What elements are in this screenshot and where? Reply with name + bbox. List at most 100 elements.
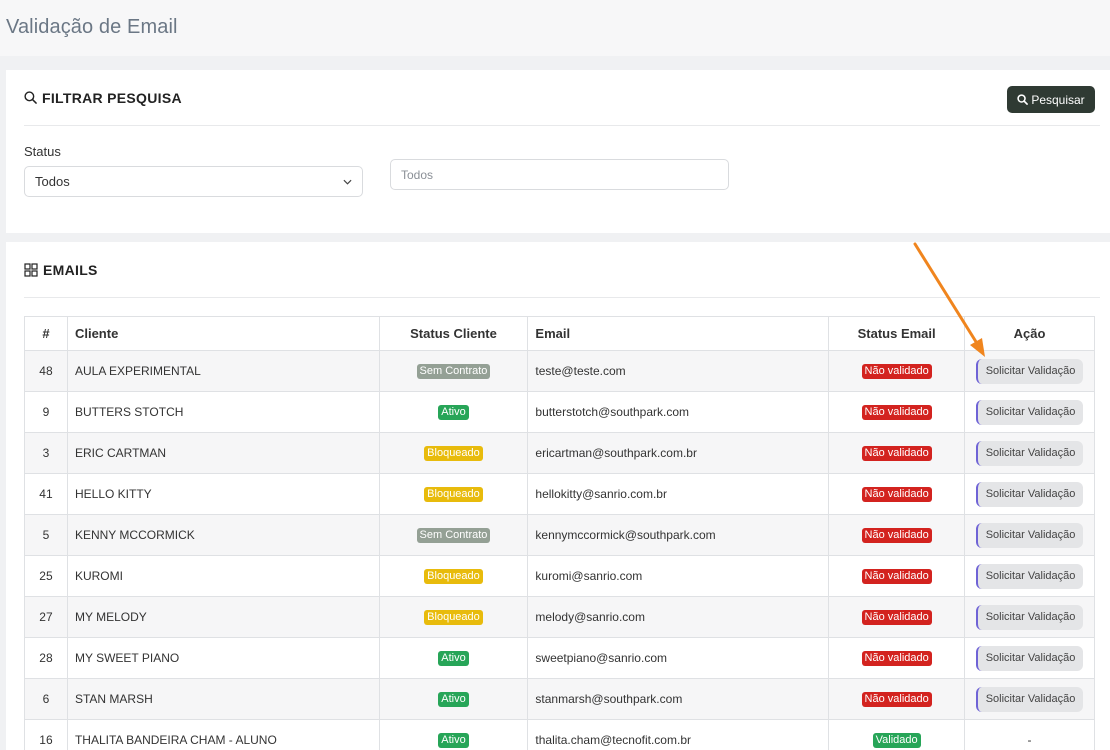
action-cell: Solicitar Validação [964,637,1095,679]
column-header: Ação [964,316,1095,351]
client-status-cell: Ativo [378,719,529,750]
search-button-label: Pesquisar [1031,92,1085,107]
row-client: MY MELODY [66,596,380,638]
grid-icon [24,262,38,277]
row-client: ERIC CARTMAN [66,432,380,474]
search-icon [24,91,37,104]
row-email: teste@teste.com [527,350,830,392]
client-status-badge: Sem Contrato [416,364,491,379]
client-status-badge: Ativo [438,692,469,707]
row-client: KUROMI [66,555,380,597]
request-validation-button[interactable]: Solicitar Validação [975,604,1084,630]
column-header: Email [527,316,830,351]
email-status-badge: Não validado [861,692,932,707]
client-status-cell: Sem Contrato [378,514,529,556]
row-client: KENNY MCCORMICK [66,514,380,556]
request-validation-button[interactable]: Solicitar Validação [975,686,1084,712]
filter-title: FILTRAR PESQUISA [42,89,182,106]
table-row: 28 MY SWEET PIANO Ativo sweetpiano@sanrio.c… [24,637,1095,679]
action-cell: Solicitar Validação [964,678,1095,720]
row-client: STAN MARSH [66,678,380,720]
email-status-cell: Não validado [828,350,966,392]
table-row: 48 AULA EXPERIMENTAL Sem Contrato teste@tes… [24,350,1095,392]
action-empty: - [1027,733,1032,747]
status-label: Status [24,144,61,159]
table-row: 9 BUTTERS STOTCH Ativo butterstotch@southpa… [24,391,1095,433]
client-status-badge: Ativo [438,651,469,666]
action-cell: Solicitar Validação [964,514,1095,556]
action-cell: Solicitar Validação [964,473,1095,515]
email-status-badge: Não validado [861,446,932,461]
email-status-badge: Não validado [861,569,932,584]
filter-card-header: FILTRAR PESQUISA [24,70,1100,126]
column-header: # [24,316,68,351]
row-client: THALITA BANDEIRA CHAM - ALUNO [66,719,380,750]
request-validation-button[interactable]: Solicitar Validação [975,563,1084,589]
row-email: kennymccormick@southpark.com [527,514,830,556]
table-row: 6 STAN MARSH Ativo stanmarsh@southpark.com N… [24,678,1095,720]
client-status-cell: Bloqueado [378,596,529,638]
email-status-cell: Não validado [828,555,966,597]
request-validation-button[interactable]: Solicitar Validação [975,481,1084,507]
table-row: 5 KENNY MCCORMICK Sem Contrato kennymccormi… [24,514,1095,556]
row-email: thalita.cham@tecnofit.com.br [527,719,830,750]
email-status-badge: Não validado [861,651,932,666]
client-status-cell: Bloqueado [378,473,529,515]
request-validation-button[interactable]: Solicitar Validação [975,645,1084,671]
action-cell: Solicitar Validação [964,391,1095,433]
row-id: 48 [24,350,68,392]
email-status-cell: Não validado [828,678,966,720]
client-status-badge: Bloqueado [424,487,483,502]
email-status-cell: Não validado [828,596,966,638]
table-row: 3 ERIC CARTMAN Bloqueado ericartman@southpa… [24,432,1095,474]
row-id: 16 [24,719,68,750]
emails-table: # Cliente Status Cliente Email Status Em… [24,316,1095,750]
request-validation-button[interactable]: Solicitar Validação [975,522,1084,548]
email-status-cell: Não validado [828,514,966,556]
action-cell: Solicitar Validação [964,432,1095,474]
table-row: 25 KUROMI Bloqueado kuromi@sanrio.com Não va… [24,555,1095,597]
search-button[interactable]: Pesquisar [1007,86,1095,113]
row-id: 5 [24,514,68,556]
action-cell: Solicitar Validação [964,555,1095,597]
email-status-badge: Não validado [861,610,932,625]
chevron-down-icon [343,179,352,185]
email-status-cell: Não validado [828,473,966,515]
status-select[interactable]: Todos [24,166,363,197]
client-status-badge: Bloqueado [424,610,483,625]
request-validation-button[interactable]: Solicitar Validação [975,399,1084,425]
action-cell: Solicitar Validação [964,350,1095,392]
row-id: 9 [24,391,68,433]
client-status-badge: Sem Contrato [416,528,491,543]
action-cell: - [964,719,1095,750]
row-email: kuromi@sanrio.com [527,555,830,597]
client-status-cell: Bloqueado [378,555,529,597]
email-status-cell: Não validado [828,637,966,679]
row-client: HELLO KITTY [66,473,380,515]
column-header: Cliente [66,316,380,351]
row-client: MY SWEET PIANO [66,637,380,679]
client-status-cell: Ativo [378,391,529,433]
search-input[interactable] [390,159,729,190]
email-status-badge: Não validado [861,364,932,379]
column-header: Status Email [828,316,966,351]
client-status-badge: Bloqueado [424,569,483,584]
emails-card-header: EMAILS [24,242,1100,298]
emails-card: EMAILS # Cliente Status Cliente Email St… [6,242,1110,750]
table-row: 27 MY MELODY Bloqueado melody@sanrio.com Não… [24,596,1095,638]
row-id: 3 [24,432,68,474]
row-email: hellokitty@sanrio.com.br [527,473,830,515]
row-id: 6 [24,678,68,720]
client-status-badge: Ativo [438,733,469,748]
emails-title: EMAILS [43,261,98,278]
email-status-badge: Não validado [861,528,932,543]
email-status-badge: Não validado [861,487,932,502]
row-id: 27 [24,596,68,638]
row-id: 41 [24,473,68,515]
table-row: 16 THALITA BANDEIRA CHAM - ALUNO Ativo thal… [24,719,1095,750]
client-status-cell: Sem Contrato [378,350,529,392]
request-validation-button[interactable]: Solicitar Validação [975,358,1084,384]
request-validation-button[interactable]: Solicitar Validação [975,440,1084,466]
row-client: BUTTERS STOTCH [66,391,380,433]
email-status-cell: Não validado [828,432,966,474]
